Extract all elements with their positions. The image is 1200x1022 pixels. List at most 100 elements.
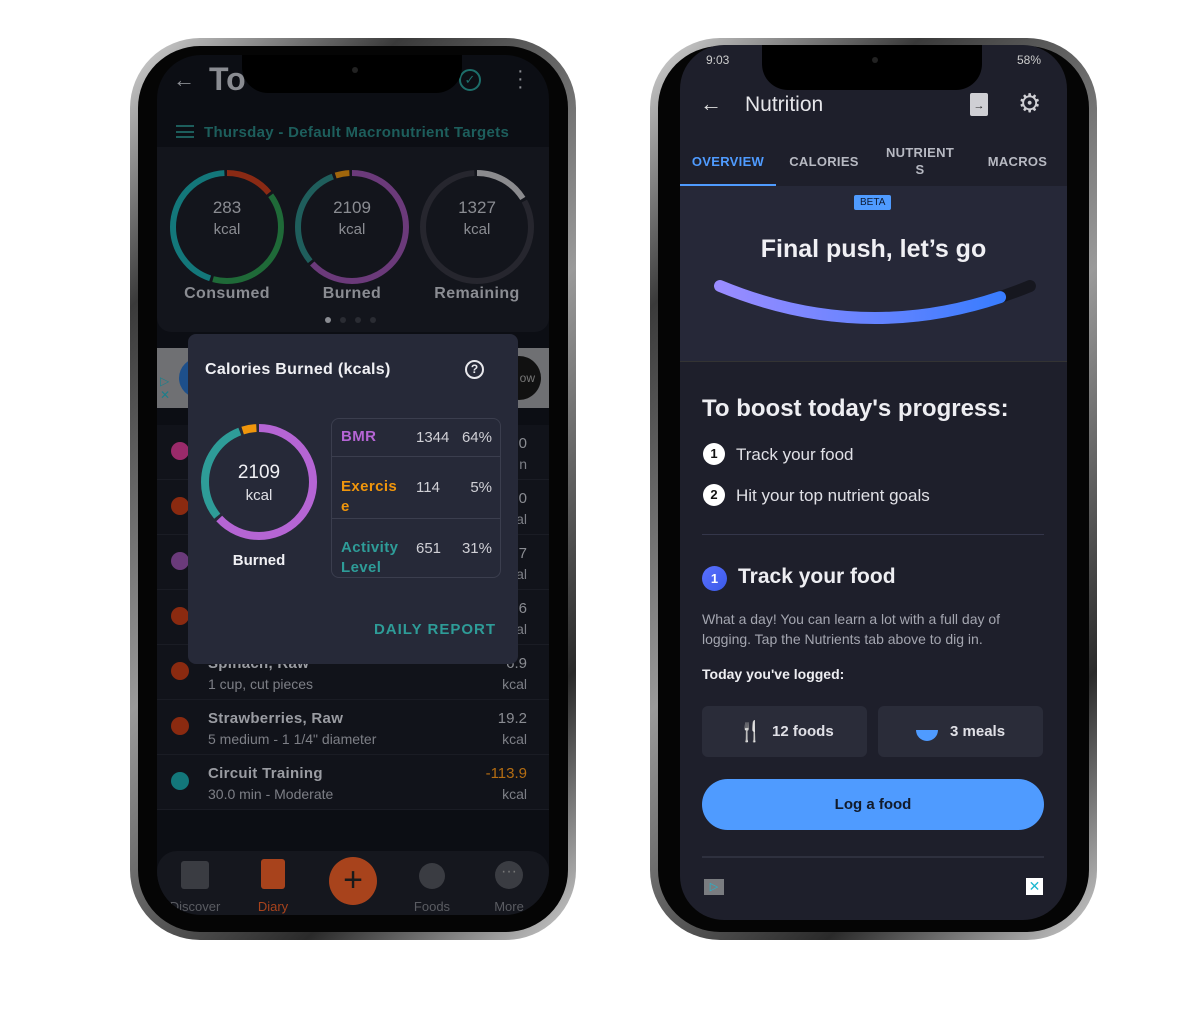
breakdown-kcal: 114 bbox=[416, 479, 440, 496]
menu-icon[interactable] bbox=[176, 125, 194, 138]
logged-label: Today you've logged: bbox=[702, 666, 845, 682]
daily-report-button[interactable]: DAILY REPORT bbox=[374, 621, 496, 638]
breakdown-name: Exercise bbox=[341, 478, 398, 515]
step-number: 1 bbox=[703, 443, 725, 465]
carousel-dots[interactable] bbox=[325, 317, 376, 323]
step-number: 2 bbox=[703, 484, 725, 506]
carousel-dot[interactable] bbox=[355, 317, 361, 323]
tab-overview[interactable]: OVERVIEW bbox=[690, 153, 766, 170]
breakdown-name: BMR bbox=[341, 428, 377, 445]
section-title: Track your food bbox=[738, 565, 896, 588]
ring-unit: kcal bbox=[213, 221, 241, 238]
entry-kcal: 0 bbox=[518, 435, 527, 452]
popup-ring-value: 2109 bbox=[237, 462, 281, 483]
headline: Final push, let’s go bbox=[760, 235, 987, 263]
breakdown-percent: 64% bbox=[461, 429, 492, 446]
progress-arc bbox=[714, 280, 1036, 324]
add-button[interactable]: + bbox=[329, 857, 377, 905]
pill-icon bbox=[171, 552, 189, 570]
bar-chart-icon bbox=[181, 861, 209, 889]
ad-choices-icon[interactable]: ▷ bbox=[704, 879, 724, 895]
entry-kcal: 6 bbox=[518, 600, 527, 617]
file-export-icon[interactable]: → bbox=[970, 93, 988, 116]
log-food-button[interactable]: Log a food bbox=[702, 779, 1044, 830]
running-icon bbox=[171, 772, 189, 790]
nav-diary[interactable]: Diary bbox=[238, 899, 308, 914]
back-button[interactable]: ← bbox=[173, 67, 195, 93]
apple-icon bbox=[171, 497, 189, 515]
macronutrient-target[interactable]: Thursday - Default Macronutrient Targets bbox=[204, 124, 509, 141]
section-number: 1 bbox=[702, 566, 727, 591]
screen-title: Nutrition bbox=[745, 93, 824, 116]
section-body: What a day! You can learn a lot with a f… bbox=[702, 611, 1001, 647]
apple-icon bbox=[171, 607, 189, 625]
meals-count-text: 3 meals bbox=[950, 723, 1006, 740]
beta-badge: BETA bbox=[854, 195, 892, 210]
breakdown-name: Activity Level bbox=[341, 539, 399, 576]
tab-bar: OVERVIEW CALORIES NUTRIENTS MACROS bbox=[680, 140, 1067, 186]
gear-icon[interactable]: ⚙ bbox=[1018, 88, 1041, 119]
breakdown-percent: 5% bbox=[470, 479, 492, 496]
entry-detail: 5 medium - 1 1/4" diameter bbox=[208, 731, 377, 747]
diary-screen: ← To ✓ · · · Thursday - Default Macronutri… bbox=[157, 55, 549, 915]
entry-unit: n bbox=[519, 456, 527, 472]
step-text: Hit your top nutrient goals bbox=[736, 486, 930, 505]
ad-choices-icon[interactable]: ▷ ✕ bbox=[160, 374, 170, 402]
breakdown-row: Exercise 114 5% bbox=[332, 457, 500, 519]
ring-label: Remaining bbox=[434, 285, 520, 302]
apple-icon bbox=[171, 662, 189, 680]
apple-icon bbox=[171, 717, 189, 735]
check-circle-icon[interactable]: ✓ bbox=[459, 69, 481, 91]
help-circle-icon[interactable]: ? bbox=[465, 360, 484, 379]
divider bbox=[702, 534, 1044, 535]
bowl-icon bbox=[916, 730, 938, 741]
foods-count[interactable]: 🍴 12 foods bbox=[702, 706, 867, 757]
boost-title: To boost today's progress: bbox=[702, 395, 1009, 422]
entry-kcal: 7 bbox=[518, 545, 527, 562]
popup-ring-label: Burned bbox=[232, 552, 286, 569]
entry-name: Circuit Training bbox=[208, 765, 323, 782]
nutrition-screen: 9:03 58% ← Nutrition → ⚙ OVERVIEW CALORIE… bbox=[680, 45, 1067, 920]
carousel-dot[interactable] bbox=[340, 317, 346, 323]
back-button[interactable]: ← bbox=[700, 91, 722, 117]
ad-close-icon[interactable]: ✕ bbox=[1026, 878, 1043, 895]
nav-foods[interactable]: Foods bbox=[397, 899, 467, 914]
nav-more[interactable]: More bbox=[474, 899, 544, 914]
carousel-dot[interactable] bbox=[370, 317, 376, 323]
entry-unit: kcal bbox=[502, 786, 527, 802]
popup-ring-unit: kcal bbox=[245, 487, 273, 504]
foods-count-text: 12 foods bbox=[772, 723, 834, 740]
tab-nutrients[interactable]: NUTRIENTS bbox=[882, 144, 958, 178]
step-text: Track your food bbox=[736, 445, 854, 464]
ring-value: 2109 bbox=[333, 198, 371, 217]
bottom-nav: Discover Diary + Foods ··· More bbox=[157, 851, 549, 915]
fork-spoon-icon: 🍴 bbox=[738, 721, 763, 743]
breakdown-kcal: 651 bbox=[416, 540, 442, 557]
page-title: To bbox=[209, 61, 246, 97]
diary-entry[interactable]: Strawberries, Raw 5 medium - 1 1/4" diam… bbox=[157, 700, 549, 755]
calories-burned-popup: Calories Burned (kcals) ? 2109 kcal Burn… bbox=[188, 334, 518, 664]
entry-detail: 1 cup, cut pieces bbox=[208, 676, 314, 692]
meals-count[interactable]: 3 meals bbox=[878, 706, 1043, 757]
burned-breakdown-table: BMR 1344 64% Exercise 114 5% Activity Le… bbox=[331, 418, 501, 578]
carousel-dot[interactable] bbox=[325, 317, 331, 323]
breakdown-row: BMR 1344 64% bbox=[332, 419, 500, 457]
divider bbox=[702, 856, 1044, 858]
status-time: 9:03 bbox=[706, 53, 730, 67]
notebook-icon bbox=[261, 859, 285, 889]
more-vertical-icon[interactable]: · · · bbox=[517, 61, 524, 97]
entry-kcal: -113.9 bbox=[485, 765, 527, 782]
tab-calories[interactable]: CALORIES bbox=[786, 153, 862, 170]
breakdown-kcal: 1344 bbox=[416, 429, 450, 446]
ring-value: 283 bbox=[212, 198, 242, 217]
tab-macros[interactable]: MACROS bbox=[978, 153, 1057, 170]
breakdown-percent: 31% bbox=[461, 540, 492, 557]
nav-discover[interactable]: Discover bbox=[160, 899, 230, 914]
heart-icon bbox=[171, 442, 189, 460]
ring-label: Burned bbox=[322, 285, 382, 302]
diary-entry[interactable]: Circuit Training 30.0 min - Moderate -11… bbox=[157, 755, 549, 810]
entry-kcal: 0 bbox=[518, 490, 527, 507]
entry-unit: kcal bbox=[502, 676, 527, 692]
popup-title: Calories Burned (kcals) bbox=[205, 361, 391, 378]
ring-label: Consumed bbox=[184, 285, 270, 302]
